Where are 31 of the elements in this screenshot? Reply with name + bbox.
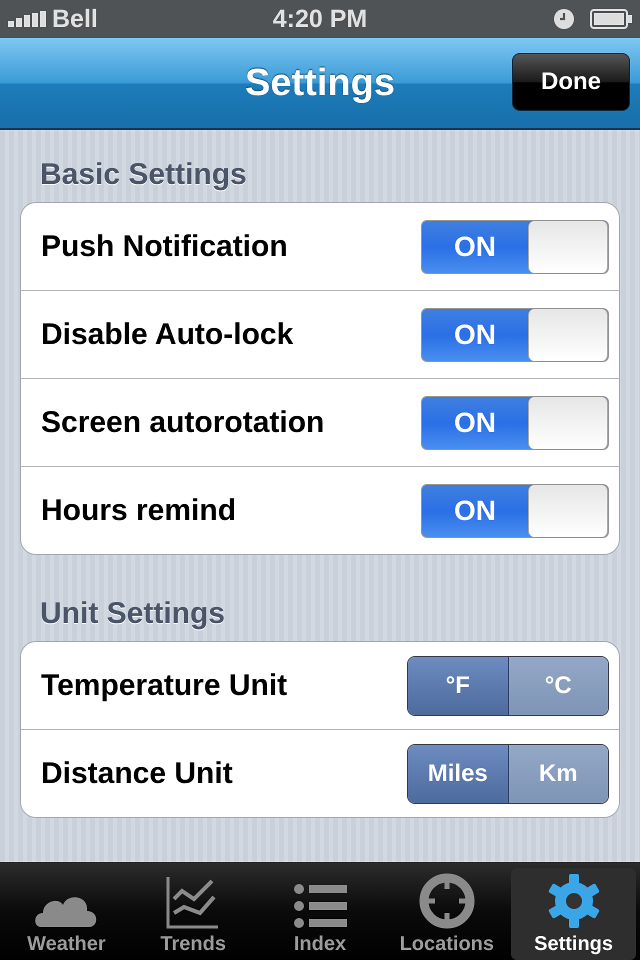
section-header: Basic Settings: [40, 158, 247, 192]
tab-item[interactable]: Trends: [130, 868, 256, 960]
segment-option[interactable]: °C: [508, 656, 608, 714]
segment-option[interactable]: Km: [508, 744, 608, 802]
section-header: Unit Settings: [40, 597, 225, 631]
tab-item[interactable]: Settings: [511, 868, 636, 960]
setting-label: Distance Unit: [41, 756, 233, 790]
battery-icon: [590, 9, 632, 29]
toggle-switch[interactable]: ON: [421, 308, 609, 362]
segment-option[interactable]: °F: [408, 656, 508, 714]
status-time: 4:20 PM: [272, 4, 368, 34]
setting-label: Disable Auto-lock: [41, 318, 294, 352]
signal-icon: [8, 11, 46, 27]
tab-item[interactable]: Weather: [4, 868, 129, 960]
toggle-switch[interactable]: ON: [421, 220, 609, 274]
crosshair-icon: [418, 873, 475, 929]
list-icon: [292, 883, 347, 929]
tab-item[interactable]: Index: [258, 868, 382, 960]
clock-icon: [554, 9, 574, 29]
segment-option[interactable]: Miles: [408, 744, 508, 802]
toggle-switch[interactable]: ON: [421, 396, 609, 450]
tab-item[interactable]: Locations: [384, 868, 510, 960]
done-button[interactable]: Done: [512, 53, 630, 111]
screen-title: Settings: [245, 62, 395, 104]
setting-label: Hours remind: [41, 494, 236, 528]
setting-label: Screen autorotation: [41, 406, 324, 440]
setting-label: Temperature Unit: [41, 668, 288, 702]
toggle-switch[interactable]: ON: [421, 484, 609, 538]
chart-icon: [166, 877, 220, 929]
setting-label: Push Notification: [41, 230, 288, 264]
carrier-name: Bell: [52, 4, 98, 34]
